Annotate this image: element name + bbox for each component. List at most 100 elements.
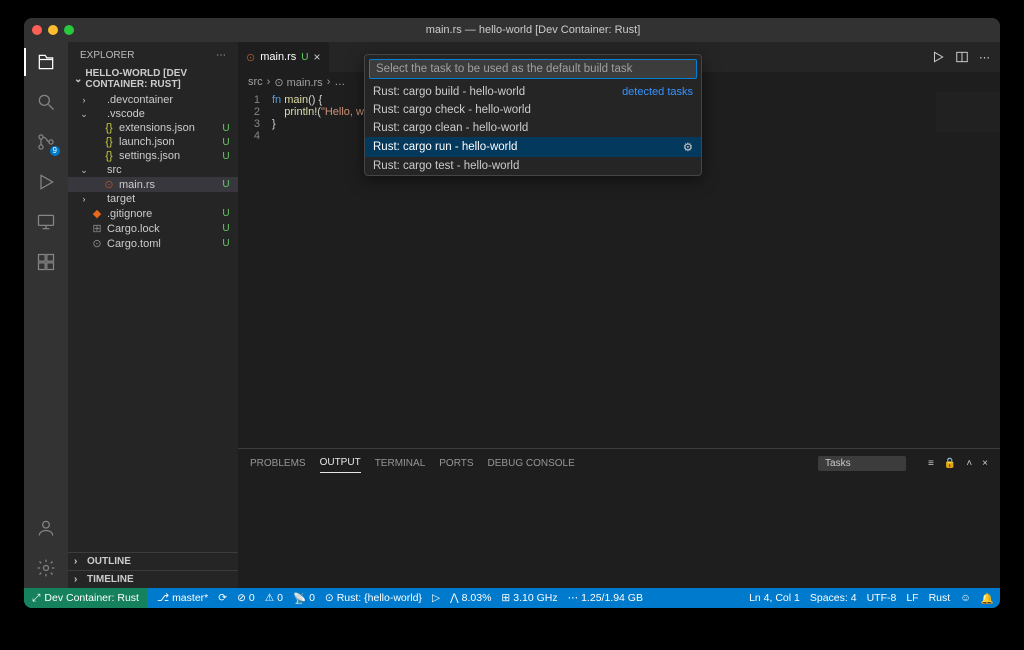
breadcrumb-segment[interactable]: … <box>334 76 345 88</box>
chip-icon: ⊞ <box>501 592 510 604</box>
panel-tab-ports[interactable]: PORTS <box>439 454 473 473</box>
file-icon: ⊙ <box>102 178 116 191</box>
minimap[interactable] <box>936 92 1000 132</box>
outline-section-header[interactable]: › OUTLINE <box>68 552 238 570</box>
git-status: U <box>220 137 232 148</box>
cpu-usage[interactable]: ⋀8.03% <box>450 592 491 604</box>
lock-scroll-icon[interactable]: 🔒 <box>944 458 956 469</box>
file-label: .vscode <box>107 108 220 120</box>
account-icon[interactable] <box>34 516 58 540</box>
debug-start[interactable]: ▷ <box>432 592 440 604</box>
run-debug-icon[interactable] <box>34 170 58 194</box>
file-tree-item[interactable]: ⊙Cargo.tomlU <box>68 236 238 251</box>
search-icon[interactable] <box>34 90 58 114</box>
sidebar-title: EXPLORER ⋯ <box>68 42 238 65</box>
language-mode[interactable]: Rust <box>929 592 951 604</box>
panel-tab-output[interactable]: OUTPUT <box>320 453 361 473</box>
sidebar-more-icon[interactable]: ⋯ <box>216 50 226 61</box>
file-icon: ⊙ <box>90 237 104 250</box>
file-tree-item[interactable]: ⊞Cargo.lockU <box>68 221 238 236</box>
sync-button[interactable]: ⟳ <box>218 592 227 604</box>
panel-tab-problems[interactable]: PROBLEMS <box>250 454 306 473</box>
timeline-section-header[interactable]: › TIMELINE <box>68 570 238 588</box>
quick-pick-item[interactable]: Rust: cargo check - hello-world <box>365 101 701 119</box>
pulse-icon: ⋀ <box>450 592 459 604</box>
project-section-header[interactable]: ⌄ HELLO-WORLD [DEV CONTAINER: RUST] <box>68 65 238 93</box>
tab-main-rs[interactable]: ⊙ main.rs U × <box>238 42 330 72</box>
quick-pick-item[interactable]: Rust: cargo clean - hello-world <box>365 119 701 137</box>
gear-icon[interactable]: ⚙ <box>683 140 693 154</box>
quick-pick-list: Rust: cargo build - hello-worlddetected … <box>365 83 701 175</box>
file-label: target <box>107 193 220 205</box>
run-target[interactable]: ⊙Rust: {hello-world} <box>325 592 422 604</box>
quick-pick-item[interactable]: Rust: cargo build - hello-worlddetected … <box>365 83 701 101</box>
play-icon: ▷ <box>432 592 440 604</box>
remote-explorer-icon[interactable] <box>34 210 58 234</box>
split-editor-icon[interactable] <box>955 50 969 64</box>
quick-pick-label: Rust: cargo test - hello-world <box>373 160 693 172</box>
panel-maximize-icon[interactable]: ˄ <box>966 458 972 469</box>
chevron-icon: ⌄ <box>78 165 90 176</box>
remote-indicator[interactable]: ⤢ Dev Container: Rust <box>24 588 147 608</box>
file-tree: ›.devcontainer ⌄ .vscode{}extensions.jsonU… <box>68 93 238 552</box>
tab-label: main.rs <box>260 51 296 63</box>
file-tree-item[interactable]: › target <box>68 192 238 206</box>
explorer-icon[interactable] <box>34 50 58 74</box>
panel-tab-terminal[interactable]: TERMINAL <box>375 454 426 473</box>
problems-errors[interactable]: ⊘0 <box>237 592 255 604</box>
file-tree-item[interactable]: {}settings.jsonU <box>68 149 238 163</box>
file-tree-item[interactable]: ⌄ .vscode <box>68 107 238 121</box>
eol[interactable]: LF <box>906 592 918 604</box>
remote-icon: ⤢ <box>32 592 40 605</box>
status-bar: ⤢ Dev Container: Rust ⎇ master* ⟳ ⊘0 ⚠0 … <box>24 588 1000 608</box>
memory-usage[interactable]: ⋯1.25/1.94 GB <box>568 592 643 604</box>
forwarded-ports[interactable]: 📡0 <box>293 592 315 605</box>
titlebar: main.rs — hello-world [Dev Container: Ru… <box>24 18 1000 42</box>
quick-pick-input[interactable]: Select the task to be used as the defaul… <box>369 59 697 79</box>
run-icon[interactable] <box>931 50 945 64</box>
panel-tab-debug-console[interactable]: DEBUG CONSOLE <box>488 454 575 473</box>
breadcrumb-segment[interactable]: src <box>248 76 263 88</box>
editor-more-icon[interactable]: ⋯ <box>979 51 990 64</box>
indentation[interactable]: Spaces: 4 <box>810 592 857 604</box>
chevron-down-icon: ⌄ <box>74 74 82 85</box>
source-control-icon[interactable]: 9 <box>34 130 58 154</box>
git-status: U <box>220 238 232 249</box>
radio-icon: 📡 <box>293 592 306 605</box>
encoding[interactable]: UTF-8 <box>867 592 897 604</box>
settings-gear-icon[interactable] <box>34 556 58 580</box>
output-channel-select[interactable]: Tasks <box>818 456 906 471</box>
filter-icon[interactable]: ≡ <box>928 458 934 469</box>
quick-pick-item[interactable]: Rust: cargo test - hello-world <box>365 157 701 175</box>
close-window-button[interactable] <box>32 25 42 35</box>
notifications-icon[interactable]: 🔔 <box>981 592 994 605</box>
minimize-window-button[interactable] <box>48 25 58 35</box>
problems-warnings[interactable]: ⚠0 <box>265 592 283 604</box>
cpu-clock[interactable]: ⊞3.10 GHz <box>501 592 557 604</box>
file-icon: {} <box>102 150 116 162</box>
activity-bar: 9 <box>24 42 68 588</box>
feedback-icon[interactable]: ☺ <box>960 592 971 604</box>
file-tree-item[interactable]: {}extensions.jsonU <box>68 121 238 135</box>
extensions-icon[interactable] <box>34 250 58 274</box>
target-icon: ⊙ <box>325 592 334 604</box>
panel-action-icons: ≡ 🔒 ˄ × <box>928 458 988 469</box>
chevron-icon: › <box>78 194 90 204</box>
git-branch[interactable]: ⎇ master* <box>157 592 208 604</box>
file-tree-item[interactable]: {}launch.jsonU <box>68 135 238 149</box>
file-icon: ⊞ <box>90 222 104 235</box>
quick-pick-item[interactable]: Rust: cargo run - hello-world⚙ <box>365 137 701 157</box>
maximize-window-button[interactable] <box>64 25 74 35</box>
tab-close-icon[interactable]: × <box>314 50 321 64</box>
file-tree-item[interactable]: ⌄ src <box>68 163 238 177</box>
breadcrumb-segment[interactable]: ⊙ main.rs <box>274 76 322 89</box>
cursor-position[interactable]: Ln 4, Col 1 <box>749 592 800 604</box>
chevron-icon: ⌄ <box>78 109 90 120</box>
file-tree-item[interactable]: ◆.gitignoreU <box>68 206 238 221</box>
file-tree-item[interactable]: ›.devcontainer <box>68 93 238 107</box>
file-label: settings.json <box>119 150 220 162</box>
panel-close-icon[interactable]: × <box>982 458 988 469</box>
file-label: src <box>107 164 220 176</box>
bottom-panel: PROBLEMS OUTPUT TERMINAL PORTS DEBUG CONSOLE… <box>238 448 1000 588</box>
file-tree-item[interactable]: ⊙main.rsU <box>68 177 238 192</box>
